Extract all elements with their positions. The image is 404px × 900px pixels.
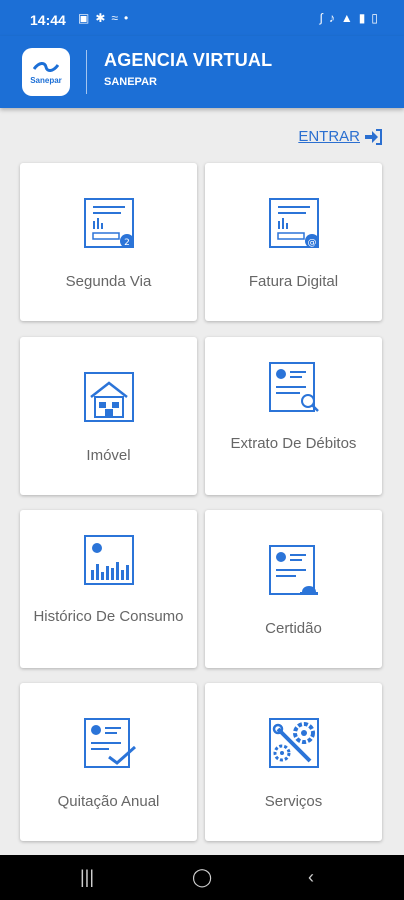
recent-apps-button[interactable]: ||| <box>80 867 94 888</box>
card-extrato-de-debitos[interactable]: Extrato De Débitos <box>205 337 382 495</box>
battery-icon: ▯ <box>371 11 378 25</box>
logo-text: Sanepar <box>30 75 62 85</box>
house-icon <box>83 372 134 422</box>
home-button[interactable]: ◯ <box>192 867 212 888</box>
card-quitacao-anual[interactable]: Quitação Anual <box>20 683 197 841</box>
card-label: Serviços <box>264 793 323 810</box>
app-title: AGENCIA VIRTUAL <box>104 50 273 70</box>
card-imovel[interactable]: Imóvel <box>20 337 197 495</box>
consumption-chart-icon <box>83 535 134 585</box>
digital-invoice-icon: @ <box>268 198 319 248</box>
status-bar: 14:44 ▣ ✱ ≈ • ∫ ♪ ▲ ▮ ▯ <box>0 0 404 36</box>
app-subtitle: SANEPAR <box>104 76 157 88</box>
login-label: ENTRAR <box>298 128 360 145</box>
card-fatura-digital[interactable]: @ Fatura Digital <box>205 163 382 321</box>
app-bar: Sanepar AGENCIA VIRTUAL SANEPAR <box>0 36 404 108</box>
card-label: Histórico De Consumo <box>33 608 184 625</box>
mute-icon: ♪ <box>328 11 335 25</box>
status-right-icons: ∫ ♪ ▲ ▮ ▯ <box>320 11 378 25</box>
back-button[interactable]: ‹ <box>308 867 314 888</box>
header-divider <box>86 50 87 94</box>
card-historico-de-consumo[interactable]: Histórico De Consumo <box>20 510 197 668</box>
system-nav-bar: ||| ◯ ‹ <box>0 855 404 900</box>
sanepar-logo: Sanepar <box>22 48 70 96</box>
card-certidao[interactable]: Certidão <box>205 510 382 668</box>
card-label: Segunda Via <box>65 273 152 290</box>
signal-icon: ▮ <box>358 11 366 25</box>
card-label: Certidão <box>265 620 322 637</box>
dot-icon: • <box>124 11 129 25</box>
bluetooth-icon: ∫ <box>319 11 323 25</box>
statement-search-icon <box>268 362 319 412</box>
certificate-icon <box>268 545 318 595</box>
logo-wave-icon <box>33 61 59 72</box>
svg-text:2: 2 <box>124 238 130 248</box>
cast-icon: ≈ <box>111 11 118 25</box>
card-label: Quitação Anual <box>57 793 160 810</box>
annual-payment-icon <box>83 718 136 768</box>
login-link[interactable]: ENTRAR <box>298 128 382 145</box>
pinwheel-icon: ✱ <box>95 11 106 25</box>
laptop-icon: ▣ <box>78 11 90 25</box>
card-label: Extrato De Débitos <box>230 435 357 452</box>
status-left-icons: ▣ ✱ ≈ • <box>78 11 128 25</box>
status-time: 14:44 <box>30 12 66 28</box>
card-servicos[interactable]: Serviços <box>205 683 382 841</box>
card-segunda-via[interactable]: 2 Segunda Via <box>20 163 197 321</box>
invoice-icon: 2 <box>83 198 134 248</box>
login-icon <box>365 128 382 145</box>
services-icon <box>268 718 319 768</box>
svg-text:@: @ <box>307 238 316 248</box>
wifi-icon: ▲ <box>340 11 353 25</box>
card-label: Fatura Digital <box>248 273 339 290</box>
card-label: Imóvel <box>86 447 131 464</box>
